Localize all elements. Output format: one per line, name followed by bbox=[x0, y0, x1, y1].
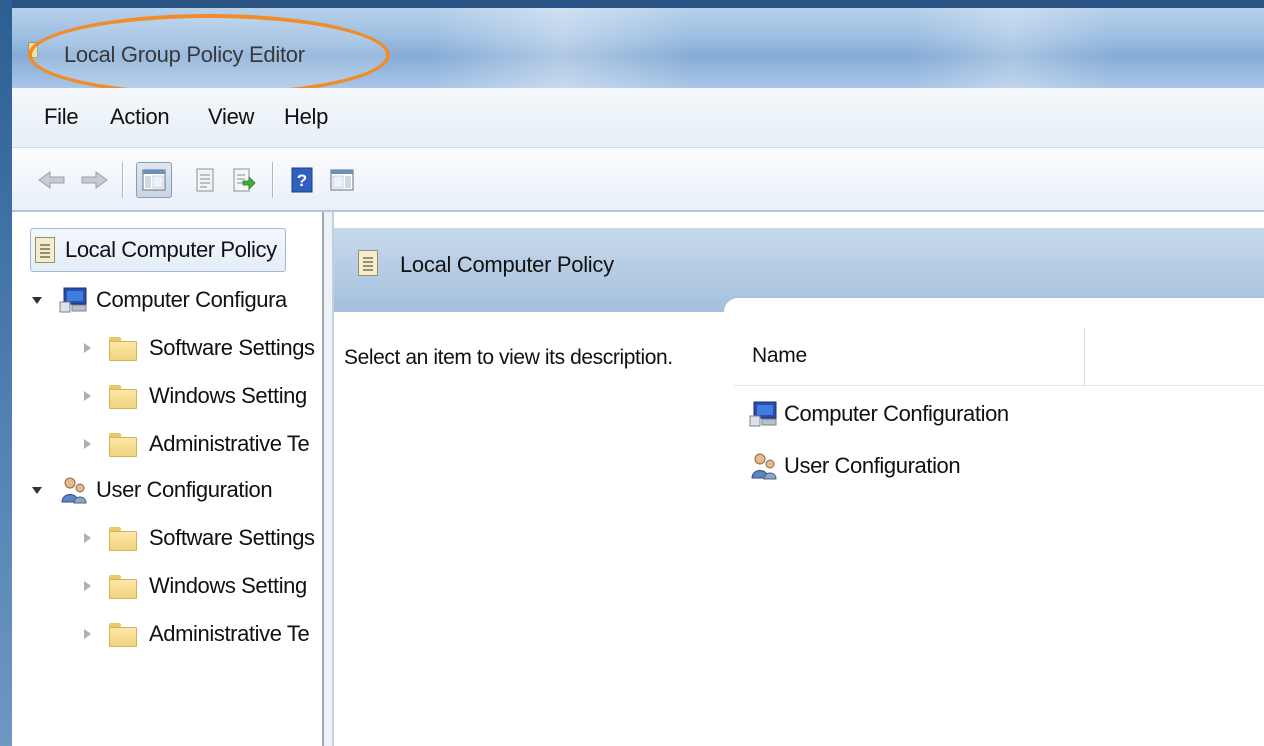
description-text: Select an item to view its description. bbox=[344, 346, 673, 369]
column-header-name[interactable]: Name bbox=[752, 344, 807, 368]
list-item-user-configuration[interactable]: User Configuration bbox=[748, 446, 961, 486]
forward-arrow-icon[interactable] bbox=[76, 162, 112, 198]
console-tree: Local Computer Policy Computer Configura… bbox=[12, 212, 322, 746]
show-hide-console-tree-icon[interactable] bbox=[136, 162, 172, 198]
tree-node-label: Computer Configura bbox=[96, 287, 287, 312]
user-icon bbox=[61, 477, 87, 504]
policy-document-icon bbox=[35, 237, 55, 263]
window-frame-left bbox=[0, 0, 12, 746]
expand-closed-icon[interactable] bbox=[84, 343, 91, 353]
toolbar-separator bbox=[272, 162, 274, 198]
tree-root-label: Local Computer Policy bbox=[65, 237, 277, 262]
tree-node-label: Software Settings bbox=[149, 525, 315, 550]
list-item-label: User Configuration bbox=[784, 453, 961, 478]
toolbar-separator bbox=[122, 162, 124, 198]
computer-icon bbox=[59, 287, 87, 313]
pane-splitter[interactable] bbox=[322, 212, 334, 746]
folder-icon bbox=[109, 623, 137, 647]
export-list-icon[interactable] bbox=[226, 162, 262, 198]
properties-icon[interactable] bbox=[188, 162, 224, 198]
list-item-label: Computer Configuration bbox=[784, 401, 1009, 426]
tree-node-label: User Configuration bbox=[96, 477, 273, 502]
tree-node-label: Windows Setting bbox=[149, 383, 307, 408]
tree-node-computer-configuration[interactable]: Computer Configura bbox=[32, 280, 322, 320]
expand-open-icon[interactable] bbox=[32, 486, 42, 494]
window-frame-top bbox=[0, 0, 1264, 8]
folder-icon bbox=[109, 527, 137, 551]
tree-node-label: Windows Setting bbox=[149, 573, 307, 598]
menu-file[interactable]: File bbox=[44, 104, 79, 130]
tree-node-windows-settings[interactable]: Windows Setting bbox=[84, 566, 322, 606]
tree-node-software-settings[interactable]: Software Settings bbox=[84, 518, 322, 558]
expand-closed-icon[interactable] bbox=[84, 439, 91, 449]
policy-document-icon bbox=[358, 250, 378, 276]
menu-help[interactable]: Help bbox=[284, 104, 328, 130]
expand-closed-icon[interactable] bbox=[84, 629, 91, 639]
description-panel: Select an item to view its description. bbox=[334, 324, 734, 746]
help-icon[interactable]: ? bbox=[284, 162, 320, 198]
toolbar: ? bbox=[12, 148, 1264, 212]
column-header-row: Name bbox=[734, 328, 1264, 386]
tree-node-administrative-templates[interactable]: Administrative Te bbox=[84, 424, 322, 464]
folder-icon bbox=[109, 337, 137, 361]
expand-closed-icon[interactable] bbox=[84, 391, 91, 401]
tree-node-label: Administrative Te bbox=[149, 431, 310, 456]
item-list: Name Computer Configuration User Configu… bbox=[734, 328, 1264, 746]
detail-pane: Local Computer Policy Select an item to … bbox=[334, 212, 1264, 746]
svg-text:?: ? bbox=[297, 171, 307, 190]
show-hide-action-pane-icon[interactable] bbox=[324, 162, 360, 198]
folder-icon bbox=[109, 575, 137, 599]
expand-closed-icon[interactable] bbox=[84, 581, 91, 591]
user-icon bbox=[751, 453, 777, 480]
folder-icon bbox=[109, 385, 137, 409]
computer-icon bbox=[749, 401, 777, 427]
highlight-ellipse-annotation bbox=[28, 14, 390, 96]
menu-bar: File Action View Help bbox=[12, 88, 1264, 148]
tree-node-software-settings[interactable]: Software Settings bbox=[84, 328, 322, 368]
tree-node-administrative-templates[interactable]: Administrative Te bbox=[84, 614, 322, 654]
detail-header-title: Local Computer Policy bbox=[400, 252, 614, 277]
list-item-computer-configuration[interactable]: Computer Configuration bbox=[748, 394, 1009, 434]
tree-node-label: Administrative Te bbox=[149, 621, 310, 646]
column-divider[interactable] bbox=[1084, 328, 1085, 386]
expand-open-icon[interactable] bbox=[32, 296, 42, 304]
tree-node-windows-settings[interactable]: Windows Setting bbox=[84, 376, 322, 416]
menu-action[interactable]: Action bbox=[110, 104, 170, 130]
back-arrow-icon[interactable] bbox=[34, 162, 70, 198]
tree-root-local-computer-policy[interactable]: Local Computer Policy bbox=[30, 228, 286, 272]
tree-node-user-configuration[interactable]: User Configuration bbox=[32, 470, 322, 510]
menu-view[interactable]: View bbox=[208, 104, 254, 130]
tree-node-label: Software Settings bbox=[149, 335, 315, 360]
expand-closed-icon[interactable] bbox=[84, 533, 91, 543]
folder-icon bbox=[109, 433, 137, 457]
